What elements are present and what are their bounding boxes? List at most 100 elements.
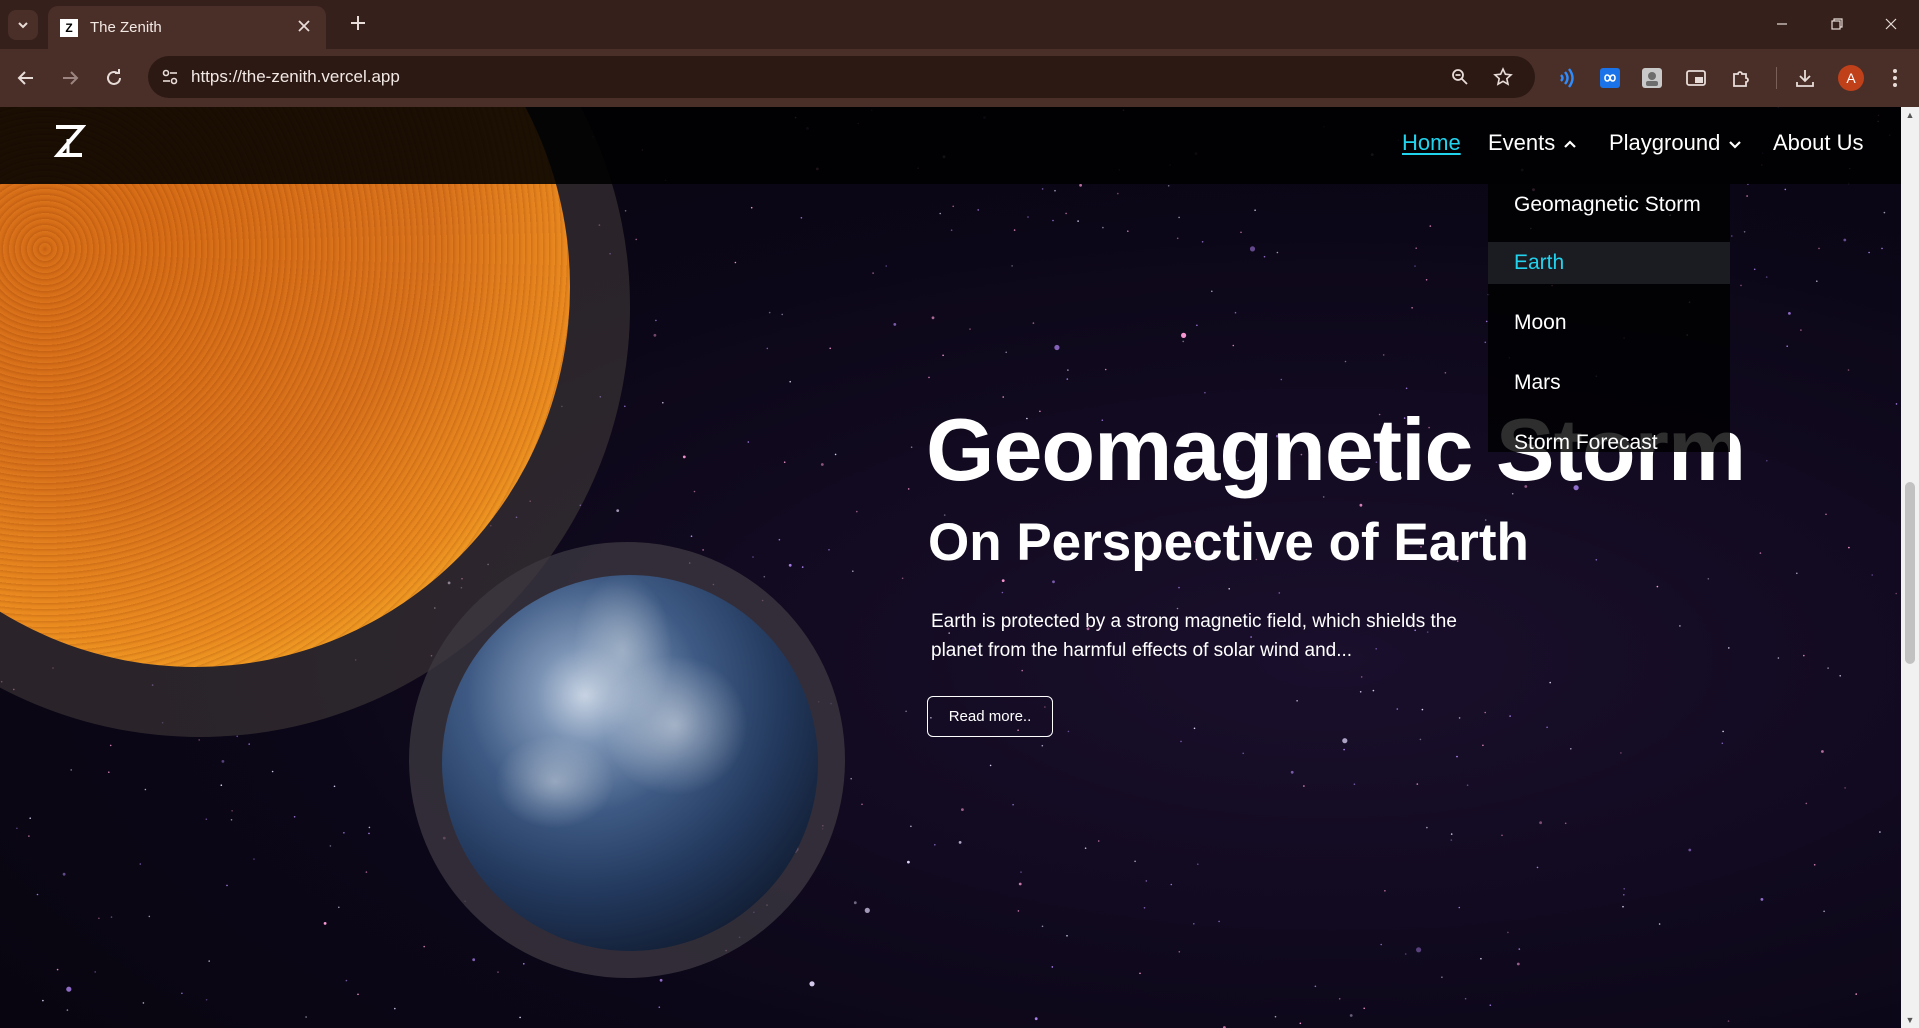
star: [662, 401, 664, 404]
star: [66, 1009, 69, 1011]
browser-menu-button[interactable]: [1880, 63, 1910, 93]
star: [1844, 787, 1846, 789]
star: [1847, 369, 1850, 371]
star: [323, 922, 327, 925]
nav-events[interactable]: Events: [1488, 130, 1577, 156]
star: [702, 549, 704, 551]
star: [1404, 953, 1407, 955]
star: [1688, 848, 1692, 852]
star: [1425, 279, 1428, 281]
star: [94, 971, 96, 973]
star-icon: [1493, 67, 1513, 86]
star: [1509, 715, 1511, 717]
star: [788, 563, 792, 567]
star: [1197, 863, 1199, 865]
star: [1011, 265, 1013, 267]
star: [1895, 403, 1898, 405]
kebab-menu-icon: [1893, 69, 1897, 87]
infinity-icon: [1600, 68, 1620, 88]
dropdown-item-moon[interactable]: Moon: [1488, 302, 1730, 344]
extension-infinity-button[interactable]: [1595, 63, 1625, 93]
bookmark-button[interactable]: [1491, 65, 1515, 89]
star: [961, 808, 964, 811]
read-more-button[interactable]: Read more..: [927, 696, 1053, 737]
star: [205, 818, 208, 820]
star: [1276, 251, 1279, 254]
star: [472, 958, 476, 962]
star: [368, 826, 371, 829]
extensions-button[interactable]: [1726, 63, 1756, 93]
scroll-down-icon[interactable]: ▼: [1905, 1015, 1915, 1025]
star: [1342, 738, 1348, 744]
star: [1623, 894, 1625, 896]
star: [752, 556, 754, 558]
star: [1143, 907, 1146, 909]
events-dropdown: Geomagnetic Storm Earth Moon Mars Storm …: [1488, 184, 1730, 454]
star: [1760, 898, 1764, 901]
extension-audio-button[interactable]: [1551, 63, 1581, 93]
star: [181, 992, 183, 995]
address-bar[interactable]: https://the-zenith.vercel.app: [148, 56, 1535, 98]
reload-button[interactable]: [98, 62, 130, 94]
star: [864, 907, 870, 914]
dropdown-item-geomagnetic-storm[interactable]: Geomagnetic Storm: [1488, 184, 1730, 226]
nav-playground[interactable]: Playground: [1609, 130, 1742, 156]
star: [828, 549, 830, 551]
star: [939, 212, 941, 215]
star: [1363, 1007, 1365, 1010]
nav-home[interactable]: Home: [1402, 130, 1461, 156]
new-tab-button[interactable]: [344, 11, 372, 39]
scrollbar-thumb[interactable]: [1905, 482, 1915, 664]
back-button[interactable]: [10, 62, 42, 94]
star: [28, 835, 30, 837]
star: [1444, 372, 1447, 374]
dropdown-item-storm-forecast[interactable]: Storm Forecast: [1488, 422, 1730, 464]
star: [1066, 935, 1068, 937]
nav-about[interactable]: About Us: [1773, 130, 1864, 156]
star: [1303, 785, 1305, 787]
zoom-button[interactable]: [1448, 65, 1472, 89]
dropdown-item-mars[interactable]: Mars: [1488, 362, 1730, 404]
star: [108, 771, 110, 773]
star: [1507, 931, 1509, 934]
url-text[interactable]: https://the-zenith.vercel.app: [191, 67, 400, 87]
star: [142, 1002, 145, 1004]
site-info-button[interactable]: [158, 65, 182, 89]
restore-button[interactable]: [1809, 8, 1865, 40]
star: [519, 1016, 521, 1019]
star: [1145, 880, 1148, 882]
star: [766, 347, 769, 350]
close-tab-button[interactable]: [294, 19, 314, 37]
star: [1855, 993, 1857, 995]
star: [1181, 332, 1187, 338]
scroll-up-icon[interactable]: ▲: [1905, 110, 1915, 120]
star: [110, 916, 113, 918]
chevron-down-icon: [18, 22, 28, 29]
star: [1518, 948, 1521, 950]
minimize-button[interactable]: [1754, 8, 1810, 40]
page-scrollbar[interactable]: ▲ ▼: [1901, 107, 1919, 1028]
zenith-logo[interactable]: [52, 123, 86, 159]
downloads-button[interactable]: [1790, 63, 1820, 93]
tab-list-button[interactable]: [8, 10, 38, 40]
extension-profile-button[interactable]: [1637, 63, 1667, 93]
star: [1176, 237, 1179, 240]
star: [783, 461, 786, 464]
star: [789, 380, 791, 383]
hero-subtitle: On Perspective of Earth: [928, 513, 1529, 572]
forward-button[interactable]: [54, 62, 86, 94]
star: [226, 884, 228, 887]
browser-tab[interactable]: Z The Zenith: [48, 6, 326, 49]
close-window-button[interactable]: [1863, 8, 1919, 40]
favicon: Z: [60, 18, 78, 37]
star: [969, 328, 971, 330]
star: [1032, 322, 1035, 324]
star: [1411, 307, 1413, 309]
star: [693, 490, 696, 493]
profile-avatar[interactable]: A: [1838, 65, 1864, 91]
star: [1765, 276, 1768, 278]
dropdown-item-earth[interactable]: Earth: [1488, 242, 1730, 284]
extension-pip-button[interactable]: [1681, 63, 1711, 93]
star: [1384, 890, 1386, 892]
star: [1034, 1017, 1038, 1021]
